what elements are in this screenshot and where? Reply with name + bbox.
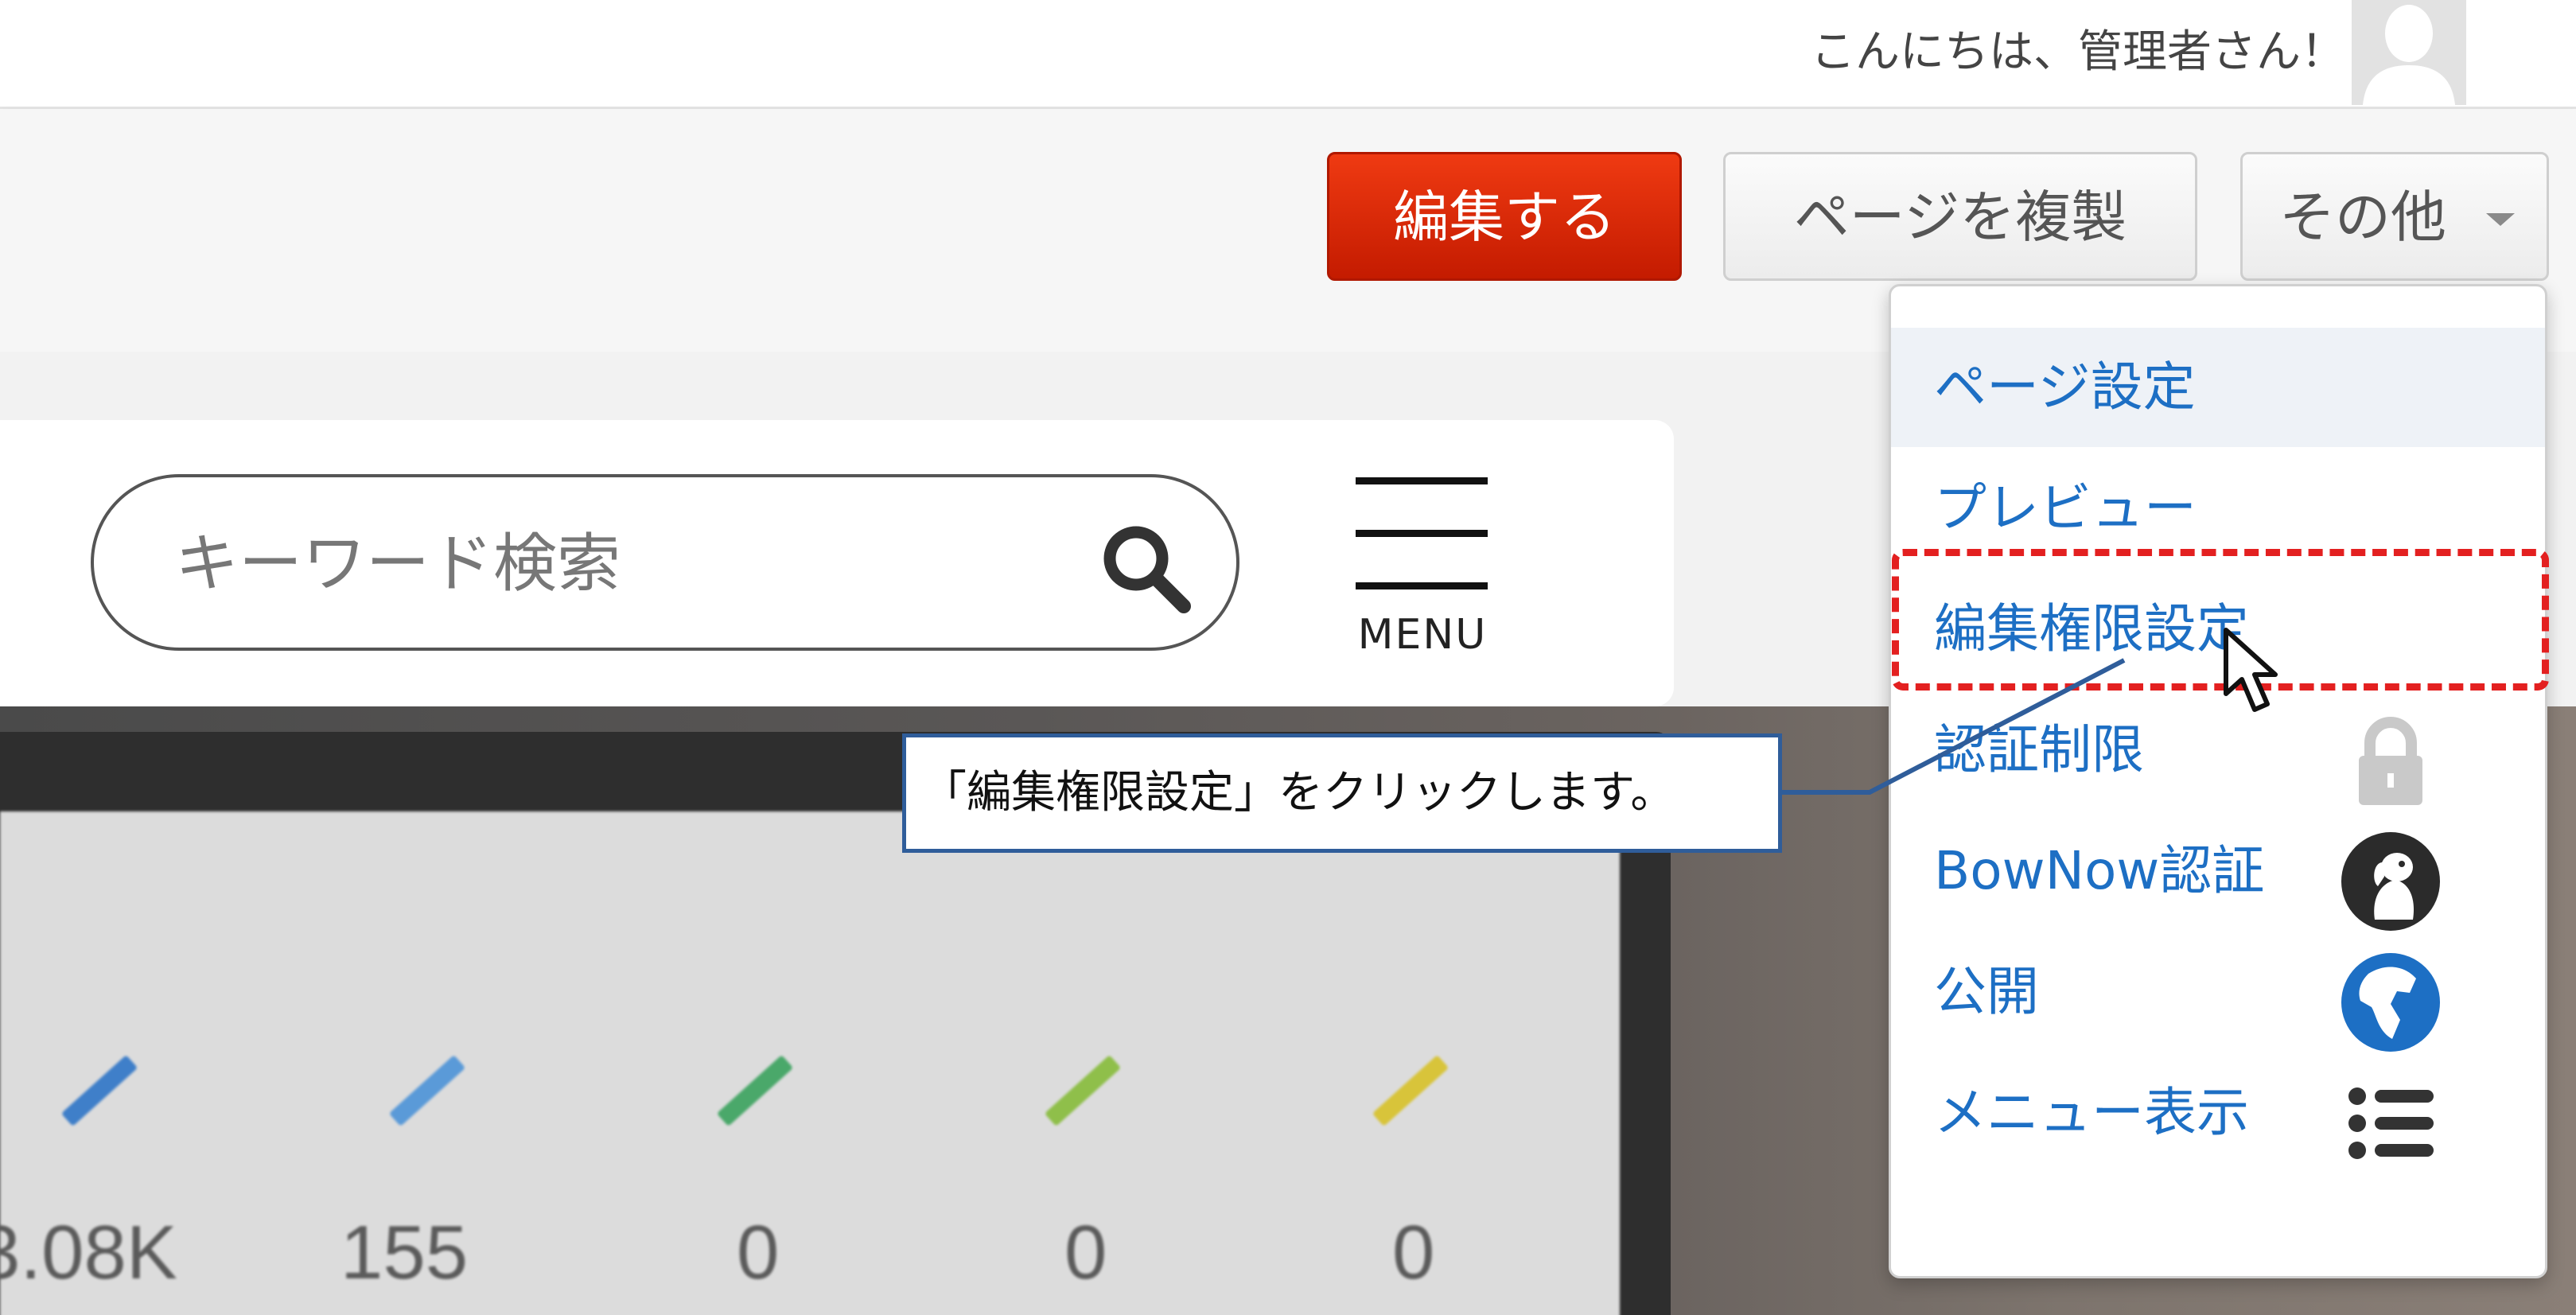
- other-button-label: その他: [2279, 185, 2446, 250]
- menu-item-preview[interactable]: プレビュー: [1891, 449, 2545, 568]
- bownow-dog-icon: [2341, 832, 2440, 931]
- menu-item-label: 認証制限: [1934, 719, 2144, 780]
- menu-item-publish[interactable]: 公開: [1891, 932, 2545, 1052]
- mouse-pointer-icon: [2224, 628, 2278, 712]
- search-input[interactable]: [173, 517, 1052, 609]
- menu-item-label: 公開: [1934, 961, 2039, 1022]
- menu-item-label: メニュー表示: [1934, 1082, 2249, 1143]
- stat-mark: [1372, 1055, 1449, 1126]
- stat-mark: [388, 1055, 466, 1126]
- menu-item-bownow-auth[interactable]: BowNow認証: [1891, 811, 2545, 931]
- caret-down-icon: [2486, 213, 2515, 226]
- menu-item-label: 編集権限設定: [1934, 598, 2249, 659]
- lock-icon: [2359, 717, 2422, 805]
- edit-button[interactable]: 編集する: [1327, 152, 1682, 281]
- search-icon[interactable]: [1098, 520, 1193, 616]
- stat-value: 3.08K: [0, 1210, 177, 1295]
- menu-label: MENU: [1357, 611, 1488, 659]
- stat-value: 155: [340, 1210, 469, 1295]
- menu-item-edit-permission-settings[interactable]: 編集権限設定: [1891, 570, 2545, 689]
- top-user-bar: こんにちは、管理者さん！: [0, 0, 2576, 109]
- keyword-search-box: [91, 474, 1239, 651]
- menu-item-auth-restriction[interactable]: 認証制限: [1891, 691, 2545, 810]
- stat-value: 0: [737, 1210, 780, 1295]
- menu-item-label: ページ設定: [1934, 356, 2196, 418]
- stat-mark: [1044, 1055, 1122, 1126]
- duplicate-page-button[interactable]: ページを複製: [1723, 152, 2197, 281]
- stat-mark: [716, 1055, 794, 1126]
- globe-icon: [2341, 953, 2440, 1052]
- hamburger-bar: [1356, 530, 1488, 537]
- user-silhouette-icon: [2363, 5, 2455, 105]
- callout-box: 「編集権限設定」をクリックします。: [902, 733, 1782, 853]
- avatar[interactable]: [2352, 0, 2466, 105]
- dashboard-screen: 3.08K 155 0 0 0: [0, 811, 1620, 1315]
- other-dropdown-button[interactable]: その他: [2240, 152, 2549, 281]
- menu-item-label: BowNow認証: [1934, 840, 2265, 901]
- hamburger-bar: [1356, 477, 1488, 484]
- stat-value: 0: [1392, 1210, 1435, 1295]
- hamburger-menu-button[interactable]: MENU: [1352, 476, 1492, 667]
- menu-item-label: プレビュー: [1934, 477, 2197, 539]
- greeting-text: こんにちは、管理者さん！: [1811, 26, 2345, 78]
- menu-item-page-settings[interactable]: ページ設定: [1891, 328, 2545, 447]
- hamburger-bar: [1356, 582, 1488, 589]
- stat-mark: [60, 1055, 138, 1126]
- stat-value: 0: [1064, 1210, 1107, 1295]
- other-dropdown-menu: ページ設定 プレビュー 編集権限設定 認証制限 BowNow認証 公開 メニュー: [1889, 284, 2547, 1278]
- menu-item-menu-display[interactable]: メニュー表示: [1891, 1053, 2545, 1173]
- list-icon: [2348, 1087, 2434, 1159]
